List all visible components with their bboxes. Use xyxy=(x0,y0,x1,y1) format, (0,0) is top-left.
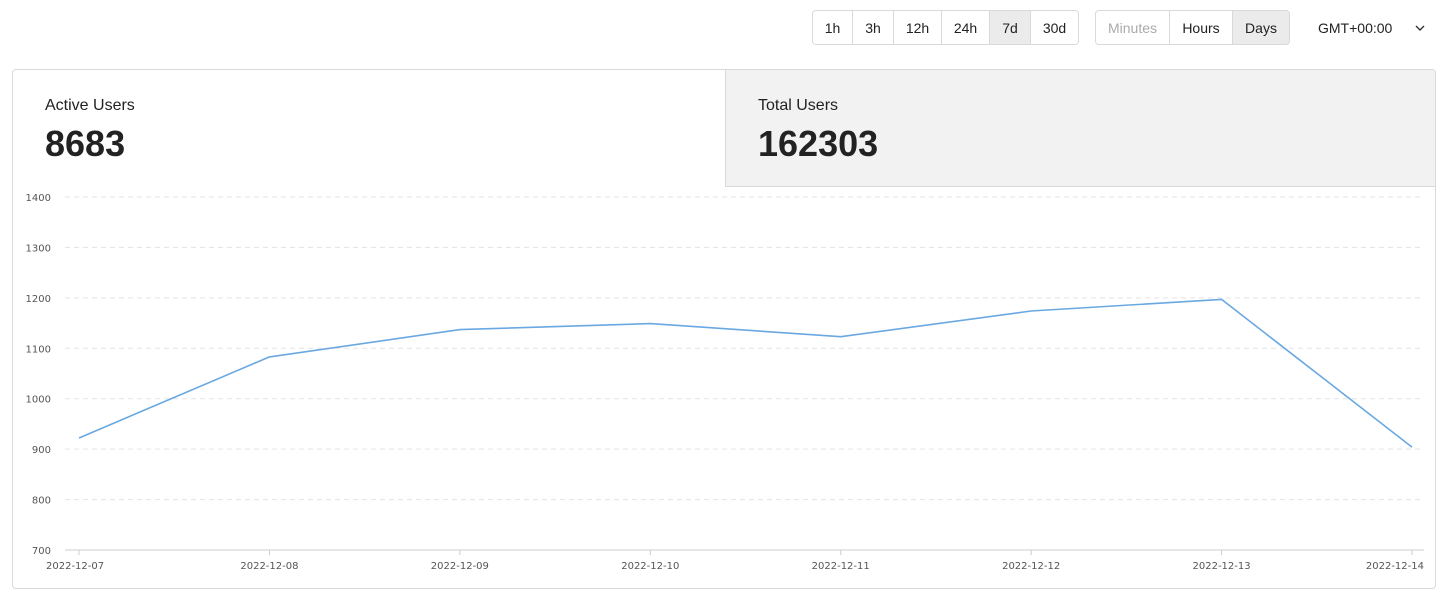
granularity-selector: Minutes Hours Days xyxy=(1095,10,1290,45)
total-users-label: Total Users xyxy=(758,97,839,114)
time-range-selector: 1h 3h 12h 24h 7d 30d xyxy=(812,10,1079,45)
total-users-card[interactable]: Total Users 162303 xyxy=(725,70,1435,187)
range-button-24h[interactable]: 24h xyxy=(942,11,990,44)
toolbar: 1h 3h 12h 24h 7d 30d Minutes Hours Days … xyxy=(0,10,1446,45)
granularity-button-days[interactable]: Days xyxy=(1233,11,1289,44)
active-users-label: Active Users xyxy=(45,97,135,114)
range-button-30d[interactable]: 30d xyxy=(1031,11,1078,44)
timezone-select[interactable]: GMT+00:00 xyxy=(1306,10,1430,45)
active-users-value: 8683 xyxy=(45,123,126,164)
range-button-7d[interactable]: 7d xyxy=(990,11,1031,44)
range-button-3h[interactable]: 3h xyxy=(853,11,894,44)
granularity-button-hours[interactable]: Hours xyxy=(1170,11,1233,44)
active-users-card[interactable]: Active Users 8683 xyxy=(13,70,725,187)
range-button-12h[interactable]: 12h xyxy=(894,11,942,44)
metrics-panel: Active Users 8683 Total Users 162303 xyxy=(12,69,1436,589)
range-button-1h[interactable]: 1h xyxy=(813,11,853,44)
granularity-button-minutes: Minutes xyxy=(1096,11,1170,44)
timezone-value: GMT+00:00 xyxy=(1318,19,1393,36)
total-users-value: 162303 xyxy=(758,123,879,164)
chevron-down-icon xyxy=(1414,22,1426,34)
